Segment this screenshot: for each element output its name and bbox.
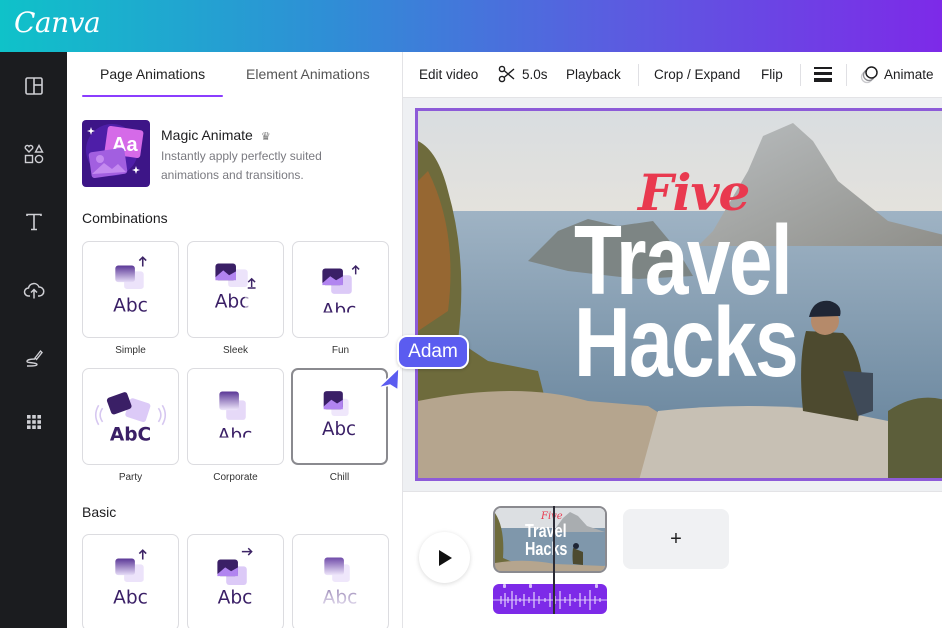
apps-grid-icon [26, 415, 41, 429]
collaborator-cursor-label: Adam [397, 335, 469, 369]
magic-animate-title: Magic Animate ♛ [161, 127, 271, 143]
svg-text:Abc: Abc [113, 588, 148, 609]
magic-animate-description: Instantly apply perfectly suited animati… [161, 149, 322, 182]
section-title-combinations: Combinations [82, 210, 168, 226]
svg-text:Abc: Abc [215, 292, 250, 313]
section-title-basic: Basic [82, 504, 117, 520]
magic-animate-option[interactable]: Aa Magic Animate ♛ Instantly apply perfec… [82, 120, 392, 188]
rail-item-text[interactable] [0, 202, 67, 242]
toolbar-divider [800, 64, 801, 86]
clip-title-line-2: Hacks [525, 539, 568, 559]
timeline: Five Travel Hacks + [403, 491, 942, 628]
toolbar-divider [638, 64, 639, 86]
trim-duration-button[interactable]: 5.0s [498, 65, 548, 83]
design-page[interactable]: Five Travel Hacks [415, 108, 942, 481]
editor-toolbar: Edit video 5.0s Playback Crop / Expand F… [403, 52, 942, 98]
animate-button[interactable]: Animate [860, 65, 934, 84]
play-button[interactable] [419, 532, 470, 583]
audio-waveform [493, 584, 607, 610]
panel-tabs: Page Animations Element Animations [67, 52, 402, 98]
svg-text:Abc: Abc [323, 588, 358, 609]
draw-icon [25, 349, 43, 367]
rail-item-apps[interactable] [0, 402, 67, 442]
playback-button[interactable]: Playback [566, 67, 621, 82]
animation-card-basic-2[interactable]: Abc [187, 534, 284, 628]
border-weight-icon [814, 67, 832, 82]
timeline-clip[interactable]: Five Travel Hacks [493, 506, 607, 573]
crown-icon: ♛ [260, 131, 271, 143]
collaborator-cursor-icon [375, 366, 400, 392]
svg-text:Abc: Abc [113, 296, 148, 317]
rail-item-uploads[interactable] [0, 270, 67, 310]
animation-card-basic-3[interactable]: Abc [292, 534, 389, 628]
shapes-icon [24, 144, 44, 164]
animations-panel: Page Animations Element Animations Aa Ma… [67, 52, 403, 628]
animation-card-sleek[interactable]: Abc [187, 241, 284, 338]
title-line-2[interactable]: Hacks [574, 293, 799, 391]
border-style-button[interactable] [814, 66, 832, 85]
text-icon [25, 213, 42, 231]
layout-icon [24, 77, 43, 95]
card-label: Party [118, 472, 143, 483]
audio-track[interactable] [493, 584, 607, 614]
tab-element-animations[interactable]: Element Animations [246, 66, 370, 82]
scissors-icon [498, 65, 515, 83]
canva-logo[interactable]: Canva [14, 6, 101, 39]
animate-icon [860, 66, 878, 84]
active-tab-indicator [82, 95, 223, 97]
card-label: Sleek [222, 345, 248, 356]
edit-video-button[interactable]: Edit video [419, 67, 478, 82]
svg-text:Abc: Abc [322, 419, 356, 440]
playhead[interactable] [553, 506, 555, 614]
rail-item-design[interactable] [0, 66, 67, 106]
animation-card-party[interactable]: AbC [82, 368, 179, 465]
card-label: Fun [331, 345, 350, 356]
rail-item-draw[interactable] [0, 338, 67, 378]
animation-card-fun[interactable]: Abc [292, 241, 389, 338]
svg-text:AbC: AbC [110, 424, 151, 445]
toolbar-divider [846, 64, 847, 86]
card-label: Chill [329, 472, 350, 483]
tab-page-animations[interactable]: Page Animations [100, 66, 205, 82]
flip-button[interactable]: Flip [761, 67, 783, 82]
animation-card-corporate[interactable]: Abc [187, 368, 284, 465]
card-label: Simple [115, 345, 146, 356]
duration-label: 5.0s [522, 66, 548, 82]
card-label: Corporate [213, 472, 258, 483]
crop-expand-button[interactable]: Crop / Expand [654, 67, 740, 82]
svg-text:Abc: Abc [218, 588, 253, 609]
canvas-area: Five Travel Hacks [403, 98, 942, 491]
magic-animate-thumbnail: Aa [82, 120, 150, 187]
rail-item-elements[interactable] [0, 134, 67, 174]
animate-label: Animate [884, 67, 934, 82]
clip-title-line-1: Travel [525, 521, 567, 541]
animation-card-simple[interactable]: Abc [82, 241, 179, 338]
side-rail [0, 52, 67, 628]
add-page-button[interactable]: + [623, 509, 729, 569]
play-icon [438, 549, 452, 566]
animation-card-basic-1[interactable]: Abc [82, 534, 179, 628]
top-bar: Canva [0, 0, 942, 52]
cloud-upload-icon [23, 282, 44, 299]
